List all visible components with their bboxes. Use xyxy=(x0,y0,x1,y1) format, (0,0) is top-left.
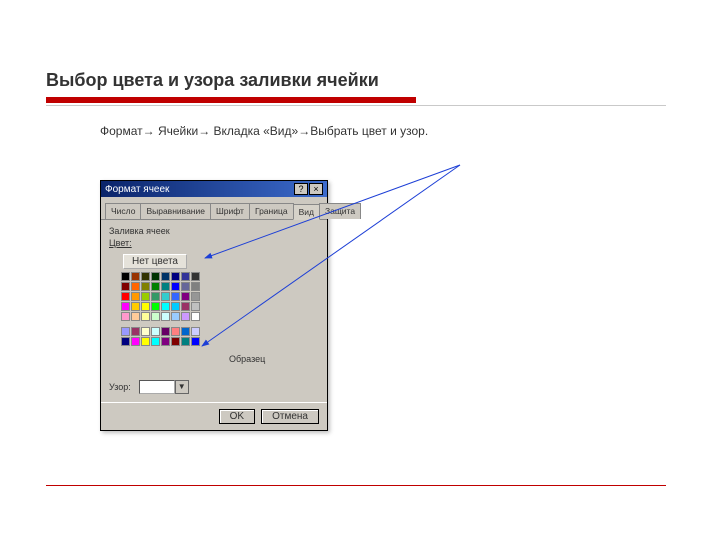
color-swatch[interactable] xyxy=(161,292,170,301)
color-swatch[interactable] xyxy=(151,312,160,321)
footer-divider xyxy=(46,485,666,486)
color-swatch[interactable] xyxy=(181,282,190,291)
color-swatch[interactable] xyxy=(121,312,130,321)
divider xyxy=(46,105,666,106)
color-swatch[interactable] xyxy=(151,327,160,336)
tab-выравнивание[interactable]: Выравнивание xyxy=(140,203,211,219)
color-swatch[interactable] xyxy=(171,282,180,291)
dialog-titlebar[interactable]: Формат ячеек ? × xyxy=(101,181,327,197)
color-swatch[interactable] xyxy=(141,337,150,346)
color-swatch[interactable] xyxy=(181,292,190,301)
pattern-combo-box[interactable] xyxy=(139,380,175,394)
color-swatch[interactable] xyxy=(181,302,190,311)
color-swatch[interactable] xyxy=(151,337,160,346)
color-swatch[interactable] xyxy=(161,302,170,311)
color-swatch[interactable] xyxy=(141,327,150,336)
color-swatch[interactable] xyxy=(121,337,130,346)
color-swatch[interactable] xyxy=(171,302,180,311)
color-swatch[interactable] xyxy=(151,272,160,281)
no-color-button[interactable]: Нет цвета xyxy=(123,254,187,269)
color-swatch[interactable] xyxy=(131,272,140,281)
tab-вид[interactable]: Вид xyxy=(293,204,320,220)
color-swatch[interactable] xyxy=(161,337,170,346)
pattern-label: Узор: xyxy=(109,382,131,392)
color-swatch[interactable] xyxy=(141,302,150,311)
color-swatch[interactable] xyxy=(141,312,150,321)
color-swatch[interactable] xyxy=(131,327,140,336)
instruction-text: Формат→ Ячейки→ Вкладка «Вид»→Выбрать цв… xyxy=(100,124,460,140)
pattern-combo[interactable]: ▼ xyxy=(139,380,189,394)
color-swatch[interactable] xyxy=(141,292,150,301)
color-swatch[interactable] xyxy=(161,282,170,291)
color-swatch[interactable] xyxy=(161,312,170,321)
color-palette xyxy=(121,272,319,346)
color-swatch[interactable] xyxy=(151,292,160,301)
color-swatch[interactable] xyxy=(171,337,180,346)
color-swatch[interactable] xyxy=(121,272,130,281)
slide-title: Выбор цвета и узора заливки ячейки xyxy=(46,70,674,91)
color-swatch[interactable] xyxy=(191,302,200,311)
color-swatch[interactable] xyxy=(181,337,190,346)
dialog-title: Формат ячеек xyxy=(105,184,169,195)
color-swatch[interactable] xyxy=(171,272,180,281)
color-swatch[interactable] xyxy=(121,282,130,291)
tab-защита[interactable]: Защита xyxy=(319,203,361,219)
color-swatch[interactable] xyxy=(161,272,170,281)
close-icon[interactable]: × xyxy=(309,183,323,195)
tab-граница[interactable]: Граница xyxy=(249,203,294,219)
color-swatch[interactable] xyxy=(171,312,180,321)
color-swatch[interactable] xyxy=(121,327,130,336)
color-swatch[interactable] xyxy=(181,272,190,281)
color-swatch[interactable] xyxy=(141,282,150,291)
color-swatch[interactable] xyxy=(161,327,170,336)
color-swatch[interactable] xyxy=(191,282,200,291)
fill-group-label: Заливка ячеек xyxy=(109,226,319,236)
color-swatch[interactable] xyxy=(141,272,150,281)
color-swatch[interactable] xyxy=(191,337,200,346)
help-icon[interactable]: ? xyxy=(294,183,308,195)
chevron-down-icon[interactable]: ▼ xyxy=(175,380,189,394)
color-swatch[interactable] xyxy=(121,292,130,301)
color-swatch[interactable] xyxy=(171,292,180,301)
color-swatch[interactable] xyxy=(181,327,190,336)
color-swatch[interactable] xyxy=(191,327,200,336)
dialog-tabs: ЧислоВыравниваниеШрифтГраницаВидЗащита xyxy=(101,197,327,220)
format-cells-dialog: Формат ячеек ? × ЧислоВыравниваниеШрифтГ… xyxy=(100,180,328,431)
sample-label: Образец xyxy=(229,354,265,364)
color-swatch[interactable] xyxy=(131,282,140,291)
color-swatch[interactable] xyxy=(191,312,200,321)
color-swatch[interactable] xyxy=(131,312,140,321)
color-swatch[interactable] xyxy=(131,337,140,346)
color-swatch[interactable] xyxy=(121,302,130,311)
ok-button[interactable]: OK xyxy=(219,409,255,424)
color-swatch[interactable] xyxy=(131,302,140,311)
color-label: Цвет: xyxy=(109,238,319,248)
color-swatch[interactable] xyxy=(171,327,180,336)
color-swatch[interactable] xyxy=(131,292,140,301)
color-swatch[interactable] xyxy=(191,272,200,281)
color-swatch[interactable] xyxy=(151,282,160,291)
cancel-button[interactable]: Отмена xyxy=(261,409,319,424)
color-swatch[interactable] xyxy=(191,292,200,301)
color-swatch[interactable] xyxy=(181,312,190,321)
color-swatch[interactable] xyxy=(151,302,160,311)
tab-шрифт[interactable]: Шрифт xyxy=(210,203,250,219)
tab-число[interactable]: Число xyxy=(105,203,141,219)
title-underline xyxy=(46,97,416,103)
